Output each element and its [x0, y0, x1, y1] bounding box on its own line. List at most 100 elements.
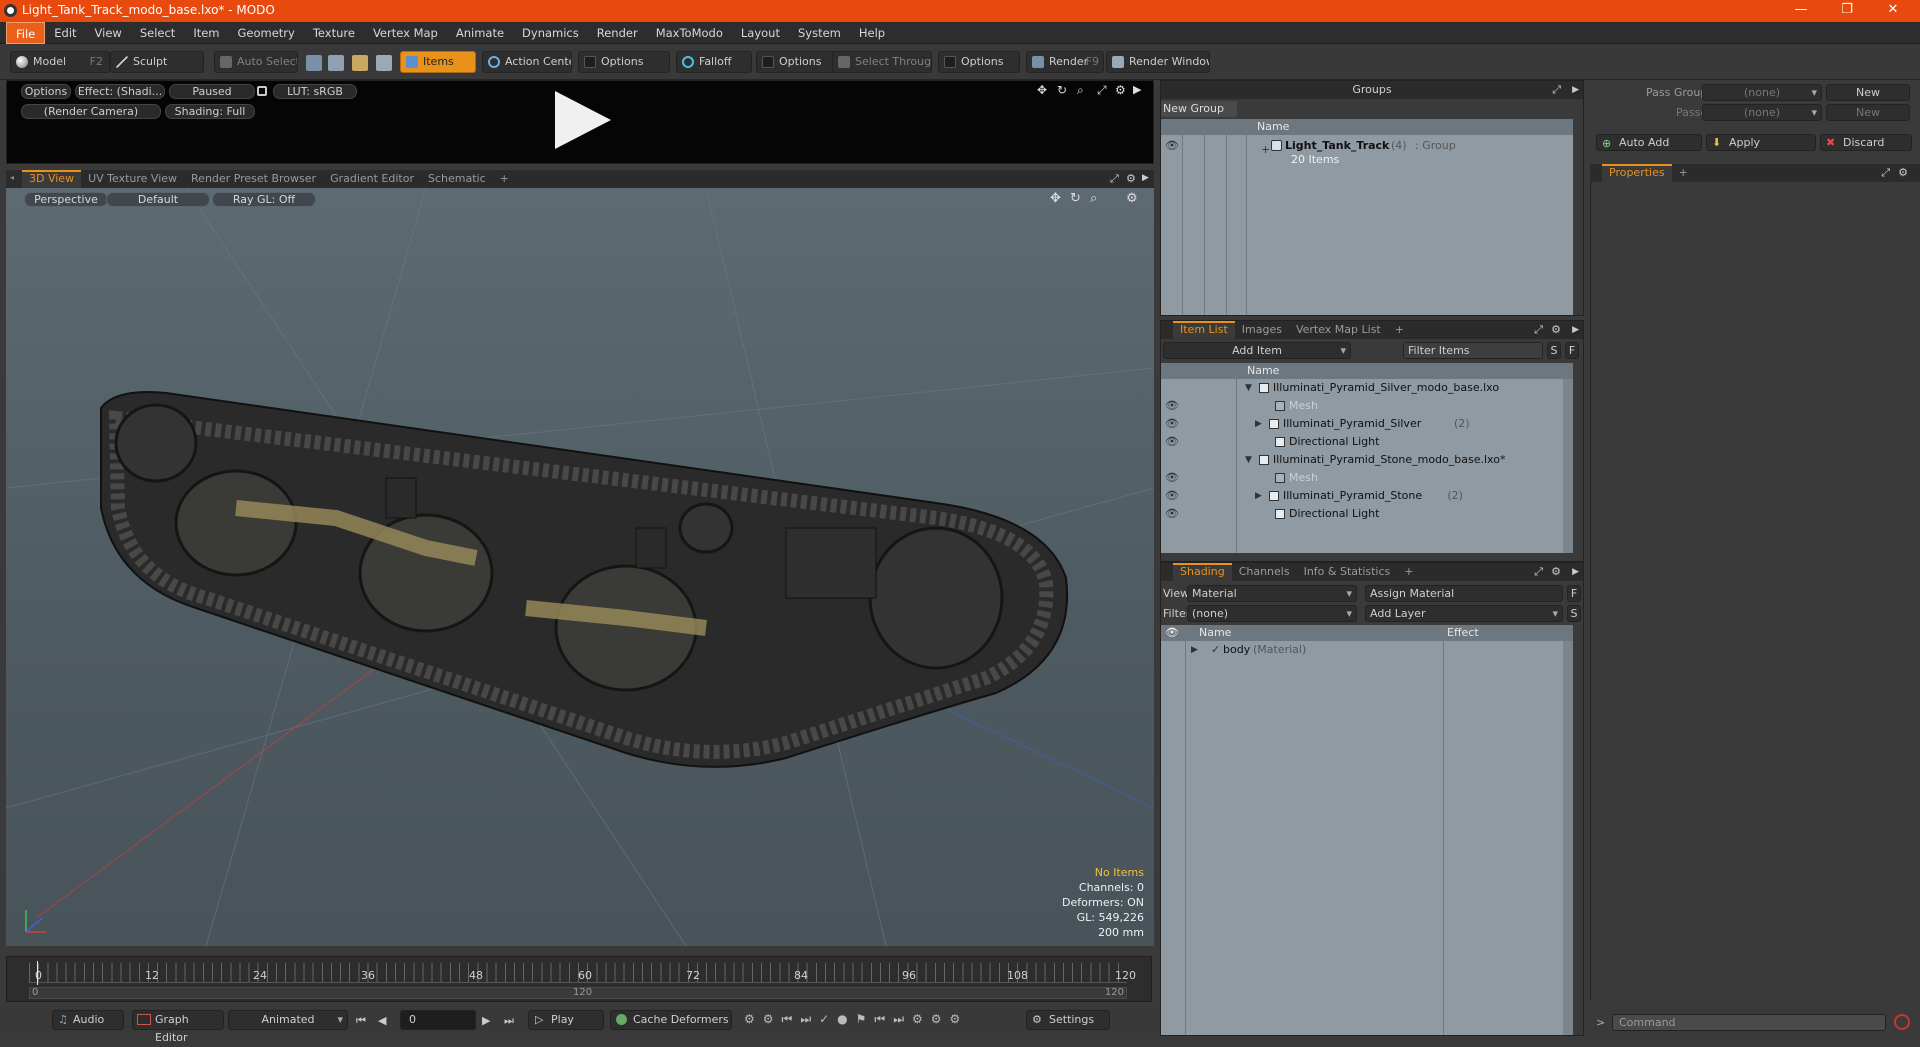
menu-item[interactable]: Item: [184, 22, 228, 44]
tab-channels[interactable]: Channels: [1232, 563, 1297, 581]
new-pass-button[interactable]: New: [1826, 104, 1910, 121]
eye-icon[interactable]: 👁: [1165, 469, 1179, 487]
falloff-button[interactable]: Falloff: [676, 51, 752, 73]
new-pass-group-button[interactable]: New: [1826, 84, 1910, 101]
lock-icon[interactable]: [257, 86, 267, 96]
render-window-button[interactable]: Render Window: [1106, 51, 1210, 73]
action-center-button[interactable]: Action Center: [482, 51, 572, 73]
shading-f-button[interactable]: F: [1567, 585, 1581, 602]
item-list-row[interactable]: 👁 ▶ Illuminati_Pyramid_Stone (2): [1161, 487, 1561, 505]
eye-icon[interactable]: 👁: [1165, 397, 1179, 415]
menu-animate[interactable]: Animate: [447, 22, 513, 44]
preview-effect-dropdown[interactable]: Effect: (Shadi...: [75, 84, 165, 99]
graph-editor-button[interactable]: Graph Editor: [132, 1010, 224, 1044]
group-expand-icon[interactable]: +: [1261, 141, 1270, 159]
expand-arrow-icon[interactable]: ▶: [1255, 487, 1262, 505]
arrow-right-icon[interactable]: ▶: [1133, 83, 1141, 96]
auto-add-button[interactable]: ⊕ Auto Add: [1596, 134, 1702, 151]
move-view-icon[interactable]: ✥: [1037, 83, 1047, 97]
gear-icon[interactable]: ⚙: [1126, 172, 1136, 185]
add-tab-button[interactable]: +: [1397, 563, 1420, 581]
menu-vertex-map[interactable]: Vertex Map: [364, 22, 447, 44]
maximize-panel-icon[interactable]: ⤢: [1552, 81, 1561, 99]
vertices-mode-icon[interactable]: [306, 55, 322, 71]
settings-button[interactable]: ⚙ Settings: [1026, 1010, 1110, 1030]
filter-f-button[interactable]: F: [1565, 342, 1579, 359]
maximize-panel-icon[interactable]: ⤢: [1534, 321, 1543, 339]
arrow-right-icon[interactable]: ▶: [1572, 563, 1579, 581]
3d-viewport[interactable]: Perspective Default Ray GL: Off ✥ ↻ ⌕ ⚙ …: [6, 188, 1154, 946]
menu-geometry[interactable]: Geometry: [229, 22, 304, 44]
tab-shading[interactable]: Shading: [1173, 563, 1232, 581]
material-row[interactable]: ▶ ✓ body (Material): [1161, 641, 1573, 659]
maximize-view-icon[interactable]: ⤢: [1097, 83, 1107, 98]
assign-material-button[interactable]: Assign Material: [1365, 585, 1563, 602]
items-mode-button[interactable]: Items: [400, 51, 476, 73]
preview-shading-dropdown[interactable]: Shading: Full: [165, 104, 255, 119]
maximize-button[interactable]: ❐: [1824, 0, 1870, 22]
sculpt-mode-button[interactable]: Sculpt: [110, 51, 204, 73]
item-list[interactable]: Name ▼ Illuminati_Pyramid_Silver_modo_bas…: [1161, 363, 1573, 553]
gear-icon[interactable]: ⚙: [1126, 191, 1138, 206]
go-start-icon[interactable]: ⏮: [356, 1014, 366, 1028]
rotate-view-icon[interactable]: ↻: [1070, 191, 1081, 206]
audio-button[interactable]: ♫ Audio: [52, 1010, 124, 1030]
expand-arrow-icon[interactable]: ▶: [1191, 641, 1198, 659]
new-group-button[interactable]: New Group: [1161, 101, 1237, 117]
render-preview[interactable]: Options Effect: (Shadi... Paused LUT: sR…: [6, 80, 1154, 164]
menu-system[interactable]: System: [789, 22, 850, 44]
render-button[interactable]: Render F9: [1026, 51, 1104, 73]
filter-s-button[interactable]: S: [1547, 342, 1561, 359]
raygl-dropdown[interactable]: Ray GL: Off: [212, 192, 316, 207]
command-input[interactable]: Command: [1612, 1014, 1886, 1031]
edges-mode-icon[interactable]: [328, 55, 344, 71]
play-icon[interactable]: [545, 85, 615, 155]
command-history-icon[interactable]: [1894, 1014, 1910, 1030]
menu-dynamics[interactable]: Dynamics: [513, 22, 588, 44]
expand-arrow-icon[interactable]: ▼: [1245, 379, 1252, 397]
close-button[interactable]: ✕: [1870, 0, 1916, 22]
menu-edit[interactable]: Edit: [45, 22, 85, 44]
perspective-dropdown[interactable]: Perspective: [24, 192, 108, 207]
menu-texture[interactable]: Texture: [304, 22, 364, 44]
tab-images[interactable]: Images: [1235, 321, 1289, 339]
eye-icon[interactable]: 👁: [1165, 415, 1179, 433]
add-item-dropdown[interactable]: Add Item: [1163, 342, 1351, 359]
passes-dropdown[interactable]: (none): [1702, 104, 1822, 121]
tab-3d-view[interactable]: 3D View: [22, 170, 82, 188]
preview-paused-button[interactable]: Paused: [169, 84, 255, 99]
action-center-options-button[interactable]: Options: [578, 51, 670, 73]
pass-groups-dropdown[interactable]: (none): [1702, 84, 1822, 101]
maximize-panel-icon[interactable]: ⤢: [1110, 172, 1119, 186]
zoom-view-icon[interactable]: ⌕: [1090, 191, 1097, 206]
gear-icon[interactable]: ⚙: [1551, 563, 1561, 581]
falloff-options-button[interactable]: Options: [756, 51, 838, 73]
eye-icon[interactable]: 👁: [1165, 137, 1179, 155]
preview-camera-dropdown[interactable]: (Render Camera): [21, 104, 161, 119]
add-tab-button[interactable]: +: [1388, 321, 1411, 339]
item-list-row[interactable]: ▼ Illuminati_Pyramid_Silver_modo_base.lxo: [1161, 379, 1561, 397]
item-list-row[interactable]: 👁 ▶ Illuminati_Pyramid_Silver (2): [1161, 415, 1561, 433]
gear-icon[interactable]: ⚙: [1551, 321, 1561, 339]
animated-dropdown[interactable]: Animated: [228, 1010, 348, 1030]
discard-button[interactable]: ✖ Discard: [1820, 134, 1912, 151]
filter-dropdown[interactable]: (none): [1187, 605, 1357, 622]
minimize-button[interactable]: —: [1778, 0, 1824, 22]
groups-list[interactable]: Name 👁 + Light_Tank_Track (4) : Group 20…: [1161, 119, 1573, 315]
expand-arrow-icon[interactable]: ▼: [1245, 451, 1252, 469]
move-view-icon[interactable]: ✥: [1050, 191, 1061, 206]
range-bar[interactable]: 0 120 120: [29, 987, 1127, 999]
view-dropdown[interactable]: Material: [1187, 585, 1357, 602]
tab-vertex-map-list[interactable]: Vertex Map List: [1289, 321, 1388, 339]
style-dropdown[interactable]: Default: [106, 192, 210, 207]
arrow-right-icon[interactable]: ▶: [1572, 321, 1579, 339]
menu-select[interactable]: Select: [131, 22, 184, 44]
play-button[interactable]: ▷ Play: [528, 1010, 604, 1030]
select-through-button[interactable]: Select Through: [832, 51, 932, 73]
group-row[interactable]: 👁 + Light_Tank_Track (4) : Group: [1161, 137, 1573, 156]
tab-gradient-editor[interactable]: Gradient Editor: [323, 170, 421, 188]
menu-help[interactable]: Help: [850, 22, 894, 44]
cache-deformers-button[interactable]: Cache Deformers: [610, 1010, 732, 1030]
tab-item-list[interactable]: Item List: [1173, 321, 1235, 339]
rotate-view-icon[interactable]: ↻: [1057, 83, 1067, 97]
